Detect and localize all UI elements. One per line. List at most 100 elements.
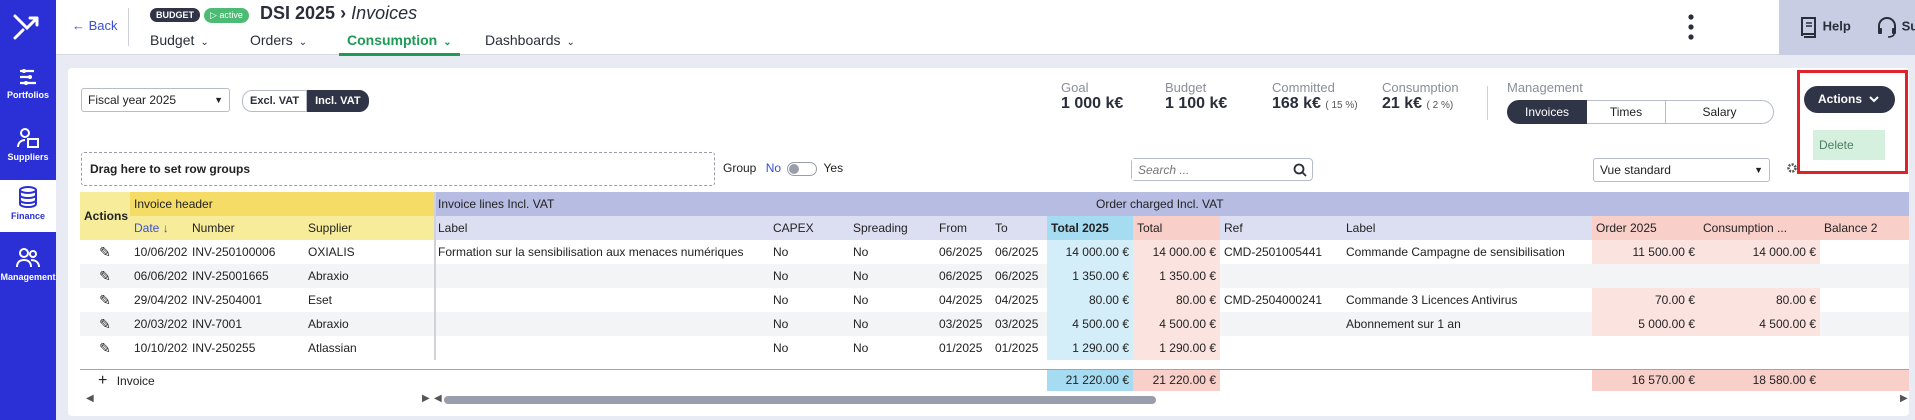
scroll-right-icon[interactable]: ▶ <box>422 393 430 404</box>
search-input[interactable] <box>1132 159 1282 180</box>
management-label: Management <box>1507 80 1583 95</box>
edit-pencil-icon[interactable]: ✎ <box>80 288 130 312</box>
grid-header-right: Total 2025 Total Ref Label Order 2025 Co… <box>80 216 1909 240</box>
nav-label: Suppliers <box>7 152 49 162</box>
row-group-dropzone[interactable]: Drag here to set row groups <box>81 152 715 186</box>
col-order-2025-header[interactable]: Order 2025 <box>1592 216 1699 240</box>
fiscal-year-select[interactable]: Fiscal year 2025 ▼ <box>81 88 230 112</box>
cell-consumption: 14 000.00 € <box>1699 240 1820 264</box>
vat-incl-button[interactable]: Incl. VAT <box>307 90 369 112</box>
cell-spreading: No <box>853 317 869 331</box>
vat-toggle: Excl. VAT Incl. VAT <box>242 90 369 112</box>
grid-body: ✎ 10/06/2025 INV-250100006 OXIALIS Formation… <box>80 240 1909 360</box>
tab-consumption[interactable]: Consumption ⌄ <box>339 32 460 56</box>
support-label: Support <box>1901 18 1915 34</box>
management-icon <box>16 248 40 268</box>
cell-from: 04/2025 <box>939 293 983 307</box>
more-options-icon[interactable] <box>1688 14 1694 40</box>
scroll-right-icon[interactable]: ▶ <box>1900 393 1908 404</box>
kpi-percent: ( 2 %) <box>1426 100 1454 111</box>
portfolios-icon <box>20 69 36 85</box>
grid-footer: + Invoice 21 220.00 € 21 220.00 € 16 570… <box>80 370 1909 391</box>
page-title-main: DSI 2025 <box>260 3 336 23</box>
side-nav: Portfolios Suppliers Finance Management <box>0 0 56 420</box>
cell-supplier: Atlassian <box>308 341 357 355</box>
chevron-down-icon: ⌄ <box>443 37 452 48</box>
cell-total: 4 500.00 € <box>1133 312 1220 336</box>
cell-total: 80.00 € <box>1133 288 1220 312</box>
actions-menu-delete[interactable]: Delete <box>1813 130 1885 160</box>
cell-spreading: No <box>853 293 869 307</box>
cell-to: 06/2025 <box>995 269 1039 283</box>
kpi-label: Budget <box>1165 80 1207 95</box>
help-button[interactable]: Help <box>1799 16 1851 38</box>
footer-order-2025: 16 570.00 € <box>1592 370 1699 391</box>
col-consumption-header[interactable]: Consumption ... <box>1699 216 1820 240</box>
cell-total: 1 290.00 € <box>1133 336 1220 360</box>
pinned-divider <box>434 192 436 360</box>
col-total-2025-header[interactable]: Total 2025 <box>1047 216 1133 240</box>
horizontal-scrollbar-thumb[interactable] <box>444 396 1156 404</box>
cell-number: INV-7001 <box>192 317 243 331</box>
kpi-consumption: Consumption 21 k€ ( 2 %) <box>1382 80 1459 113</box>
chevron-down-icon: ⌄ <box>566 37 575 48</box>
scroll-left-icon[interactable]: ◀ <box>86 393 94 404</box>
cell-spreading: No <box>853 341 869 355</box>
cell-total-2025: 80.00 € <box>1047 288 1133 312</box>
edit-pencil-icon[interactable]: ✎ <box>80 240 130 264</box>
cell-total-2025: 14 000.00 € <box>1047 240 1133 264</box>
back-link[interactable]: ← Back <box>72 18 118 33</box>
cell-spreading: No <box>853 245 869 259</box>
group-no-label: No <box>765 161 782 175</box>
help-label: Help <box>1822 18 1851 34</box>
management-tab-invoices[interactable]: Invoices <box>1507 100 1587 124</box>
edit-pencil-icon[interactable]: ✎ <box>80 312 130 336</box>
app-logo-icon[interactable] <box>13 12 43 40</box>
cell-from: 06/2025 <box>939 269 983 283</box>
nav-label: Portfolios <box>7 90 49 100</box>
edit-pencil-icon[interactable]: ✎ <box>80 264 130 288</box>
edit-pencil-icon[interactable]: ✎ <box>80 336 130 360</box>
cell-number: INV-250100006 <box>192 245 276 259</box>
cell-total-2025: 1 350.00 € <box>1047 264 1133 288</box>
chevron-down-icon <box>1869 96 1880 103</box>
main-card: Fiscal year 2025 ▼ Excl. VAT Incl. VAT Go… <box>68 68 1909 416</box>
view-select[interactable]: Vue standard ▼ <box>1593 158 1770 182</box>
nav-item-management[interactable]: Management <box>0 246 56 290</box>
cell-to: 03/2025 <box>995 317 1039 331</box>
actions-button[interactable]: Actions <box>1804 86 1895 113</box>
tab-dashboards[interactable]: Dashboards ⌄ <box>485 32 575 48</box>
kpi-amount: 1 000 k€ <box>1061 95 1124 112</box>
nav-label: Management <box>0 272 56 282</box>
cell-total: 14 000.00 € <box>1133 240 1220 264</box>
vat-excl-button[interactable]: Excl. VAT <box>242 90 308 112</box>
add-invoice-button[interactable]: + Invoice <box>98 370 155 392</box>
nav-item-portfolios[interactable]: Portfolios <box>0 68 56 110</box>
tab-orders[interactable]: Orders ⌄ <box>250 32 307 48</box>
management-tab-salary[interactable]: Salary <box>1666 100 1774 124</box>
group-switch[interactable] <box>787 161 818 176</box>
management-tab-times[interactable]: Times <box>1587 100 1666 124</box>
chevron-down-icon: ⌄ <box>298 37 308 48</box>
kpi-budget: Budget 1 100 k€ <box>1165 80 1227 113</box>
cell-order-label: Commande 3 Licences Antivirus <box>1346 293 1518 307</box>
kpi-label: Consumption <box>1382 80 1459 95</box>
cell-capex: No <box>773 245 789 259</box>
col-ref-header[interactable]: Ref <box>1220 216 1342 240</box>
nav-item-finance[interactable]: Finance <box>0 180 56 232</box>
scroll-left-icon[interactable]: ◀ <box>434 393 442 404</box>
col-order-label-header[interactable]: Label <box>1342 216 1592 240</box>
chevron-down-icon: ▼ <box>1754 165 1763 175</box>
footer-consumption: 18 580.00 € <box>1699 370 1820 391</box>
cell-consumption: 80.00 € <box>1699 288 1820 312</box>
col-balance-header[interactable]: Balance 2 <box>1820 216 1909 240</box>
tab-budget[interactable]: Budget ⌄ <box>150 32 209 48</box>
cell-order-label: Abonnement sur 1 an <box>1346 317 1461 331</box>
search-icon[interactable] <box>1293 163 1307 177</box>
col-total-header[interactable]: Total <box>1133 216 1220 240</box>
nav-item-suppliers[interactable]: Suppliers <box>0 126 56 170</box>
gear-icon[interactable] <box>1786 162 1798 174</box>
footer-total-2025: 21 220.00 € <box>1047 370 1133 391</box>
page-title: DSI 2025 › Invoices <box>260 3 417 24</box>
support-button[interactable]: Support <box>1876 16 1915 38</box>
